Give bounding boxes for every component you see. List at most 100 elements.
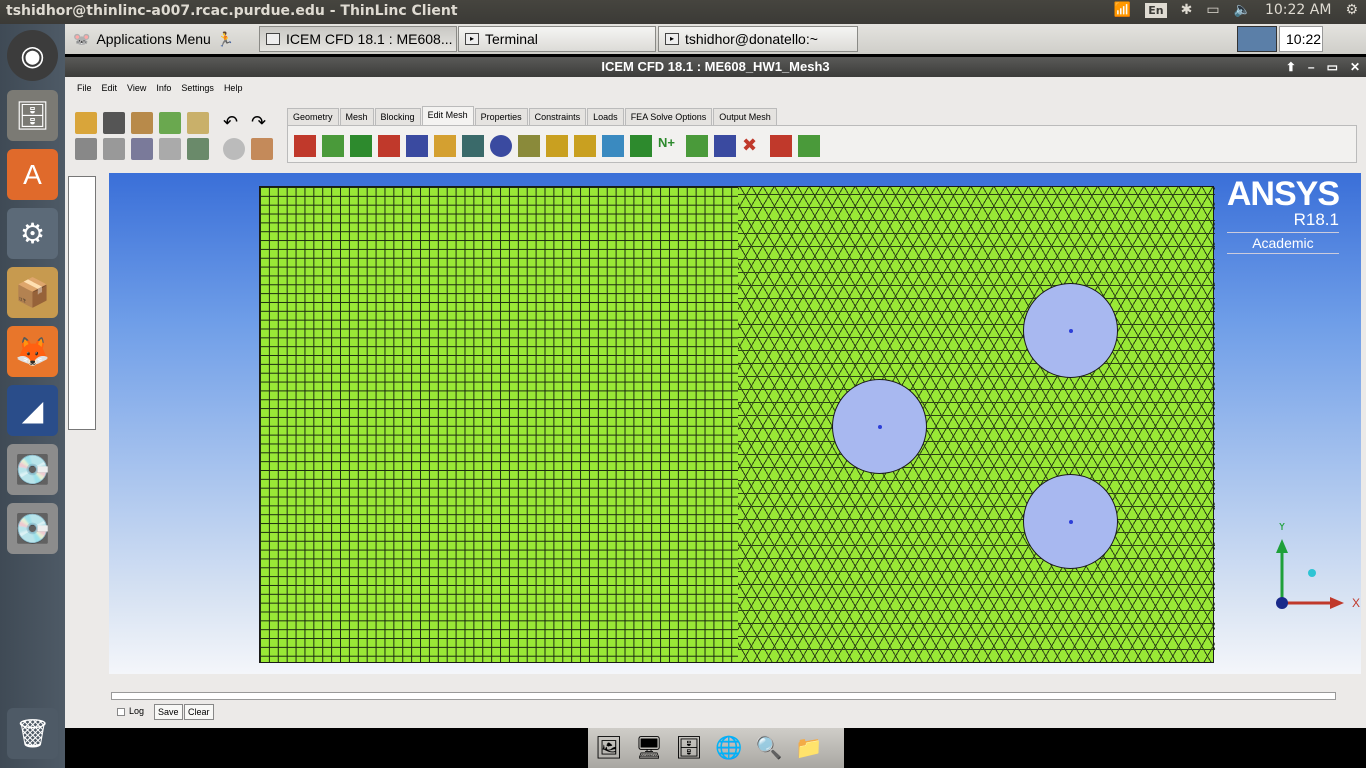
disk-drive-icon[interactable]: 💽 <box>7 444 58 495</box>
assign-mesh-thickness-icon[interactable] <box>686 135 708 157</box>
battery-icon[interactable]: ▭ <box>1206 2 1219 18</box>
tab-loads[interactable]: Loads <box>587 108 624 126</box>
icem-window: ICEM CFD 18.1 : ME608_HW1_Mesh3 ⬆ – ▭ ✕ … <box>65 57 1366 728</box>
terminal-icon[interactable]: 🖥 <box>634 733 664 763</box>
transform-mesh-icon[interactable] <box>574 135 596 157</box>
message-text-area[interactable] <box>111 692 1336 700</box>
repair-mesh-icon[interactable] <box>462 135 484 157</box>
raise-icon[interactable]: ⬆ <box>1286 57 1296 77</box>
log-checkbox[interactable] <box>117 708 125 716</box>
open-mesh-icon[interactable] <box>159 112 181 134</box>
menu-help[interactable]: Help <box>222 83 251 93</box>
run-icon[interactable]: 🏃 <box>217 31 234 48</box>
renumber-mesh-icon[interactable]: N+ <box>658 135 680 157</box>
menu-view[interactable]: View <box>125 83 154 93</box>
window-controls: ⬆ – ▭ ✕ <box>1286 57 1360 77</box>
tab-output-mesh[interactable]: Output Mesh <box>713 108 777 126</box>
search-icon[interactable]: 🔍 <box>754 733 784 763</box>
undo-icon[interactable]: ↶ <box>223 112 245 134</box>
bluetooth-icon[interactable]: ✱ <box>1181 2 1193 18</box>
convert-mesh-type-icon[interactable] <box>602 135 624 157</box>
software-center-icon[interactable]: A <box>7 149 58 200</box>
system-settings-icon[interactable]: ⚙ <box>7 208 58 259</box>
applications-menu-button[interactable]: 🐭 Applications Menu 🏃 <box>67 26 253 52</box>
keyboard-layout-indicator[interactable]: En <box>1145 2 1167 18</box>
settings-gear-icon[interactable]: ⚙ <box>1345 2 1358 18</box>
close-icon[interactable]: ✕ <box>1350 57 1360 77</box>
delete-nodes-icon[interactable]: ✖ <box>742 135 764 157</box>
measure-icon[interactable] <box>131 138 153 160</box>
open-blocking-icon[interactable] <box>187 112 209 134</box>
cylinder-hole-bottom-right <box>1023 474 1118 569</box>
task-icem[interactable]: ICEM CFD 18.1 : ME608... <box>259 26 457 52</box>
tab-fea-solve-options[interactable]: FEA Solve Options <box>624 108 713 126</box>
display-quality-icon[interactable] <box>378 135 400 157</box>
fit-window-icon[interactable] <box>75 138 97 160</box>
workspace-switcher[interactable] <box>1237 26 1277 52</box>
system-tray: 📶 En ✱ ▭ 🔈 10:22 AM ⚙ <box>1114 2 1358 18</box>
zoom-box-icon[interactable] <box>103 138 125 160</box>
save-icon[interactable] <box>103 112 125 134</box>
folder-icon[interactable]: 📁 <box>794 733 824 763</box>
wifi-icon[interactable]: 📶 <box>1114 2 1131 18</box>
menu-info[interactable]: Info <box>154 83 179 93</box>
trash-icon[interactable]: 🗑 <box>7 708 58 759</box>
maximize-icon[interactable]: ▭ <box>1327 57 1338 77</box>
wireframe-icon[interactable] <box>251 138 273 160</box>
adjust-mesh-density-icon[interactable] <box>630 135 652 157</box>
clear-button[interactable]: Clear <box>184 704 214 720</box>
taskbar-clock[interactable]: 10:22 <box>1279 26 1323 52</box>
task-label: tshidhor@donatello:~ <box>685 31 818 47</box>
menu-bar: File Edit View Info Settings Help <box>65 79 1366 97</box>
open-icon[interactable] <box>75 112 97 134</box>
structured-quad-mesh <box>260 187 738 662</box>
smooth-hexa-icon[interactable] <box>434 135 456 157</box>
disk-drive-2-icon[interactable]: 💽 <box>7 503 58 554</box>
file-manager-icon[interactable]: 🗄 <box>674 733 704 763</box>
tab-mesh[interactable]: Mesh <box>339 108 374 126</box>
reorient-mesh-icon[interactable] <box>714 135 736 157</box>
terminal-icon: ▸ <box>665 33 679 45</box>
applications-menu-label: Applications Menu <box>96 31 211 47</box>
tab-blocking[interactable]: Blocking <box>374 108 421 126</box>
dash-home-icon[interactable]: ◉ <box>7 30 58 81</box>
edit-distributed-attribute-icon[interactable] <box>798 135 820 157</box>
window-icon <box>266 33 280 45</box>
move-nodes-icon[interactable] <box>546 135 568 157</box>
thinlinc-client-icon[interactable]: ◢ <box>7 385 58 436</box>
web-browser-icon[interactable]: 🌐 <box>714 733 744 763</box>
tab-constraints[interactable]: Constraints <box>528 108 587 126</box>
menu-settings[interactable]: Settings <box>179 83 222 93</box>
solid-display-icon[interactable] <box>223 138 245 160</box>
files-icon[interactable]: 🗄 <box>7 90 58 141</box>
volume-icon[interactable]: 🔈 <box>1234 2 1251 18</box>
split-mesh-icon[interactable] <box>518 135 540 157</box>
archive-manager-icon[interactable]: 📦 <box>7 267 58 318</box>
graphics-viewport[interactable]: ANSYS R18.1 Academic Y X <box>109 173 1361 674</box>
create-elements-icon[interactable] <box>294 135 316 157</box>
distance-icon[interactable] <box>159 138 181 160</box>
delete-elements-icon[interactable] <box>770 135 792 157</box>
merge-nodes-icon[interactable] <box>490 135 512 157</box>
menu-edit[interactable]: Edit <box>100 83 126 93</box>
task-terminal[interactable]: ▸ Terminal <box>458 26 656 52</box>
clock[interactable]: 10:22 AM <box>1265 2 1331 18</box>
minimize-icon[interactable]: – <box>1308 57 1315 77</box>
task-ssh-terminal[interactable]: ▸ tshidhor@donatello:~ <box>658 26 858 52</box>
smooth-mesh-icon[interactable] <box>406 135 428 157</box>
menu-file[interactable]: File <box>75 83 100 93</box>
redo-icon[interactable]: ↷ <box>251 112 273 134</box>
unity-launcher: ◉ 🗄 A ⚙ 📦 🦊 ◢ 💽 💽 🗑 <box>0 24 65 768</box>
tab-edit-mesh[interactable]: Edit Mesh <box>421 106 474 126</box>
refresh-icon[interactable] <box>187 138 209 160</box>
open-geometry-icon[interactable] <box>131 112 153 134</box>
extrude-mesh-icon[interactable] <box>322 135 344 157</box>
ansys-edition: Academic <box>1226 232 1339 254</box>
desktop-icon[interactable]: 🖼 <box>594 733 624 763</box>
save-button[interactable]: Save <box>154 704 183 720</box>
check-mesh-icon[interactable] <box>350 135 372 157</box>
tab-properties[interactable]: Properties <box>474 108 528 126</box>
model-tree-panel[interactable] <box>68 176 96 430</box>
firefox-icon[interactable]: 🦊 <box>7 326 58 377</box>
tab-geometry[interactable]: Geometry <box>287 108 339 126</box>
